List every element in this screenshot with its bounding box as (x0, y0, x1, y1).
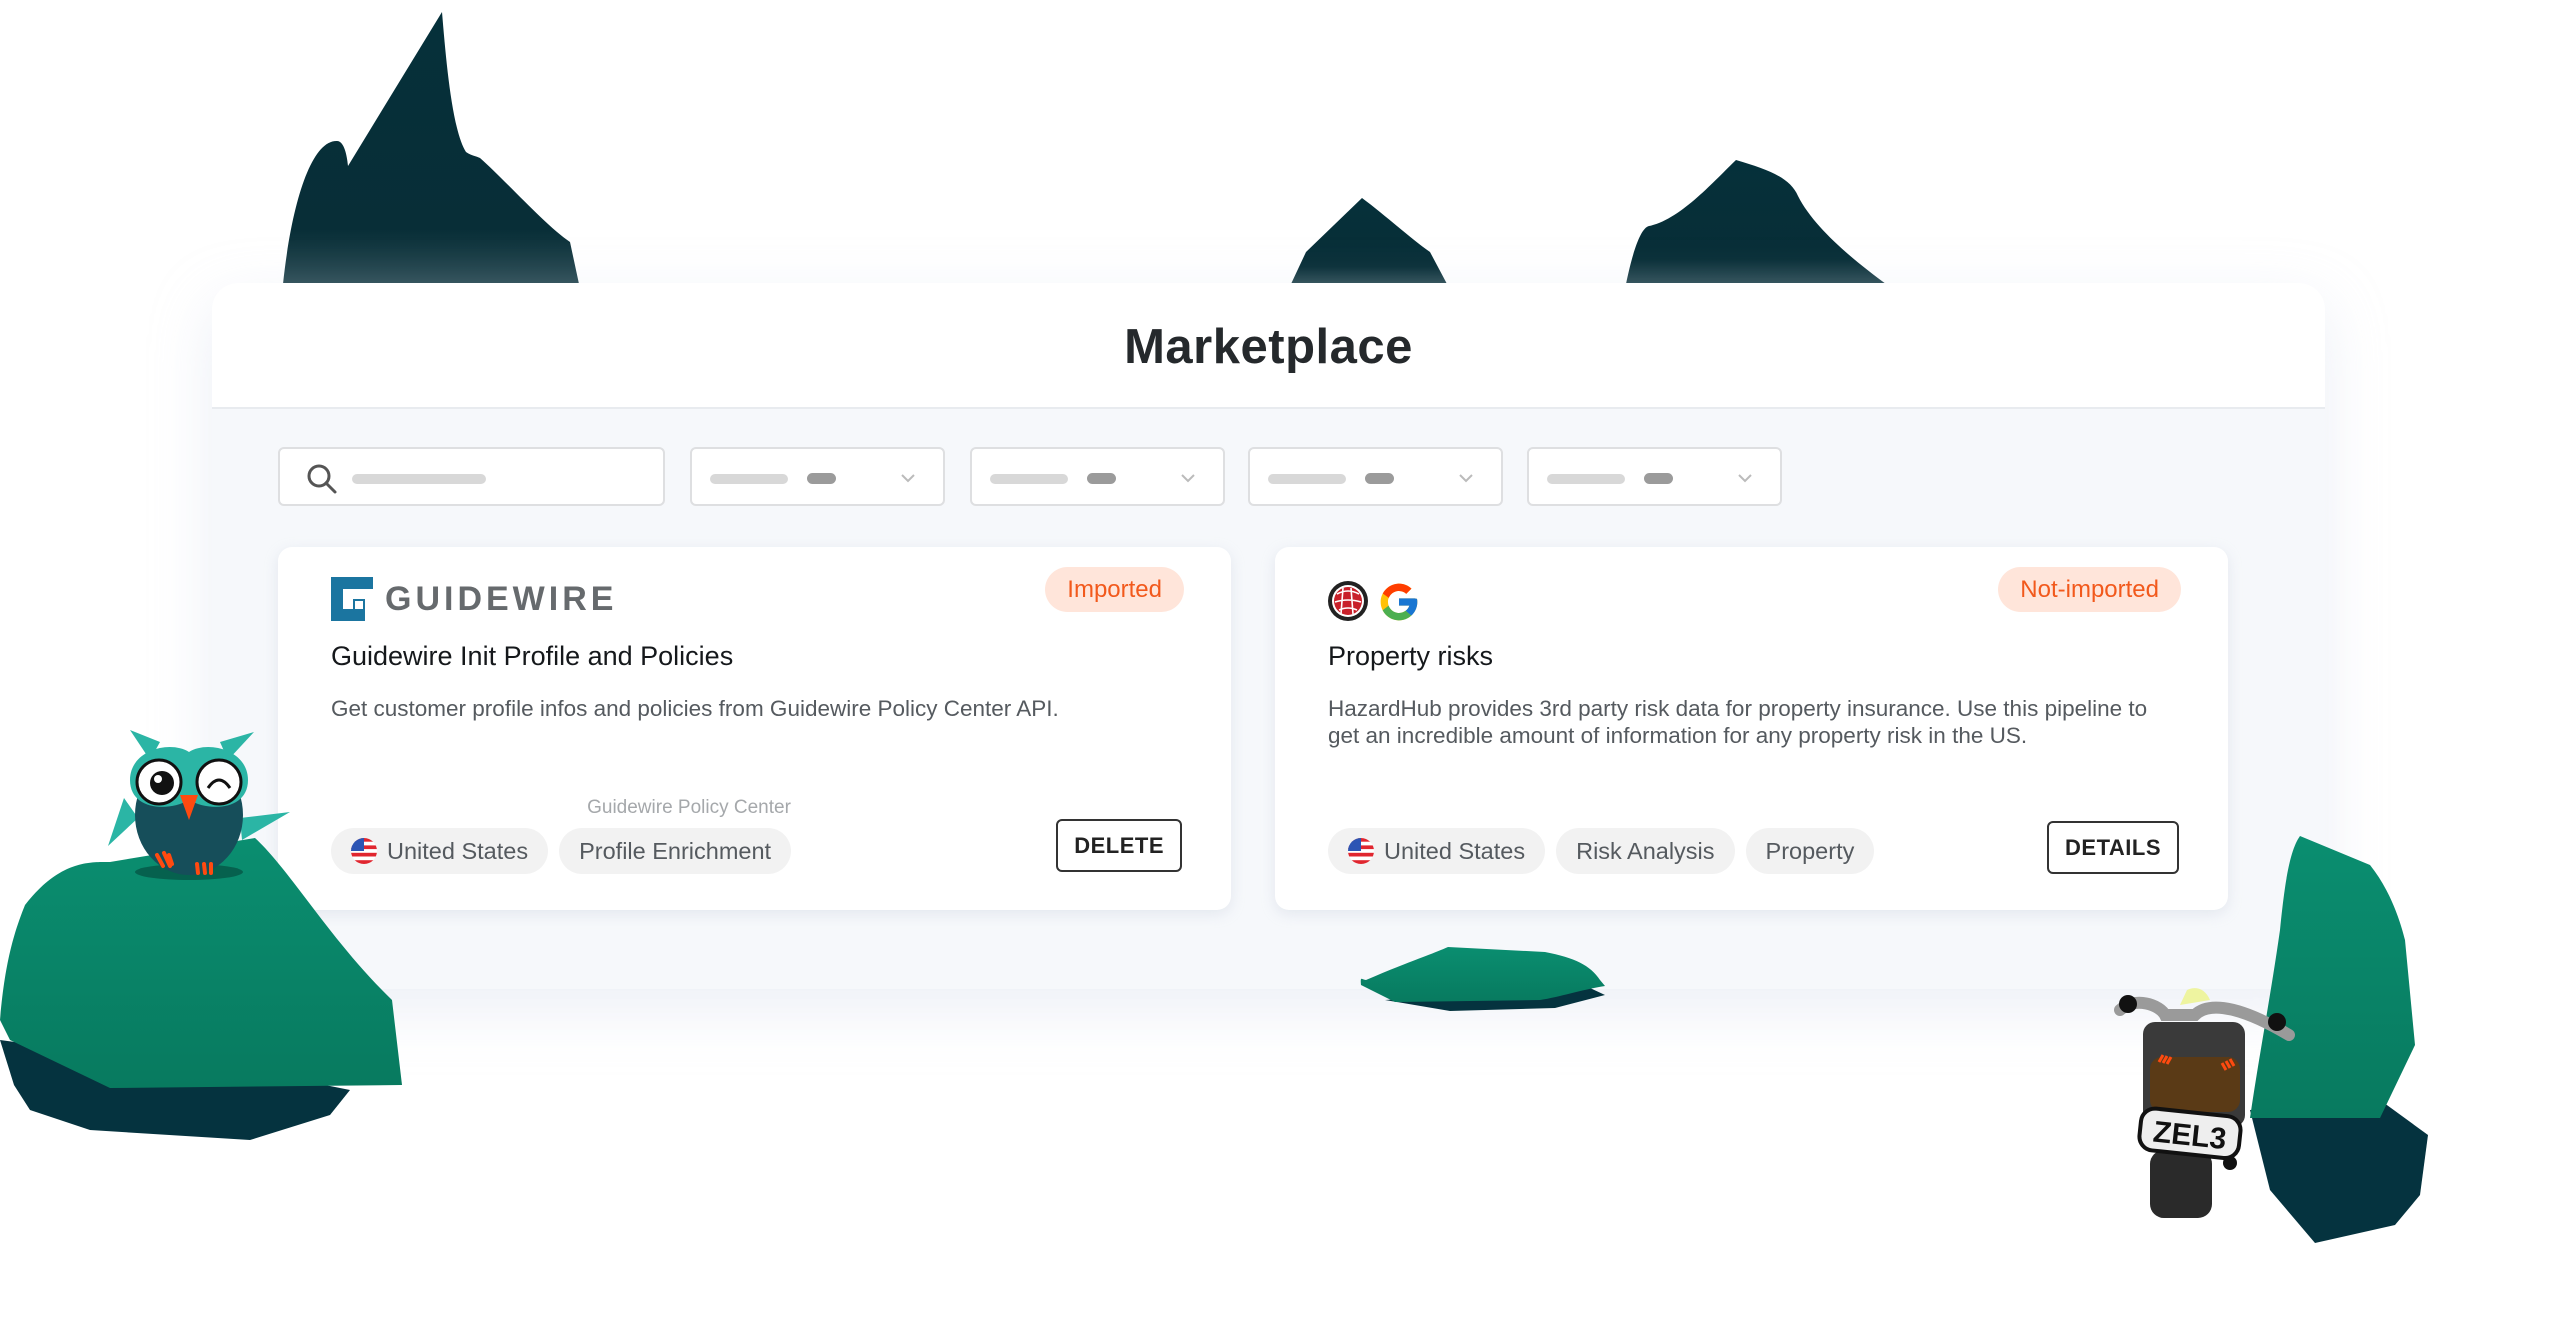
center-rock (1360, 947, 1605, 1011)
foreground-illustration: ZEL3 (0, 730, 2428, 1243)
right-rock (2250, 836, 2428, 1243)
left-rock (0, 838, 402, 1140)
